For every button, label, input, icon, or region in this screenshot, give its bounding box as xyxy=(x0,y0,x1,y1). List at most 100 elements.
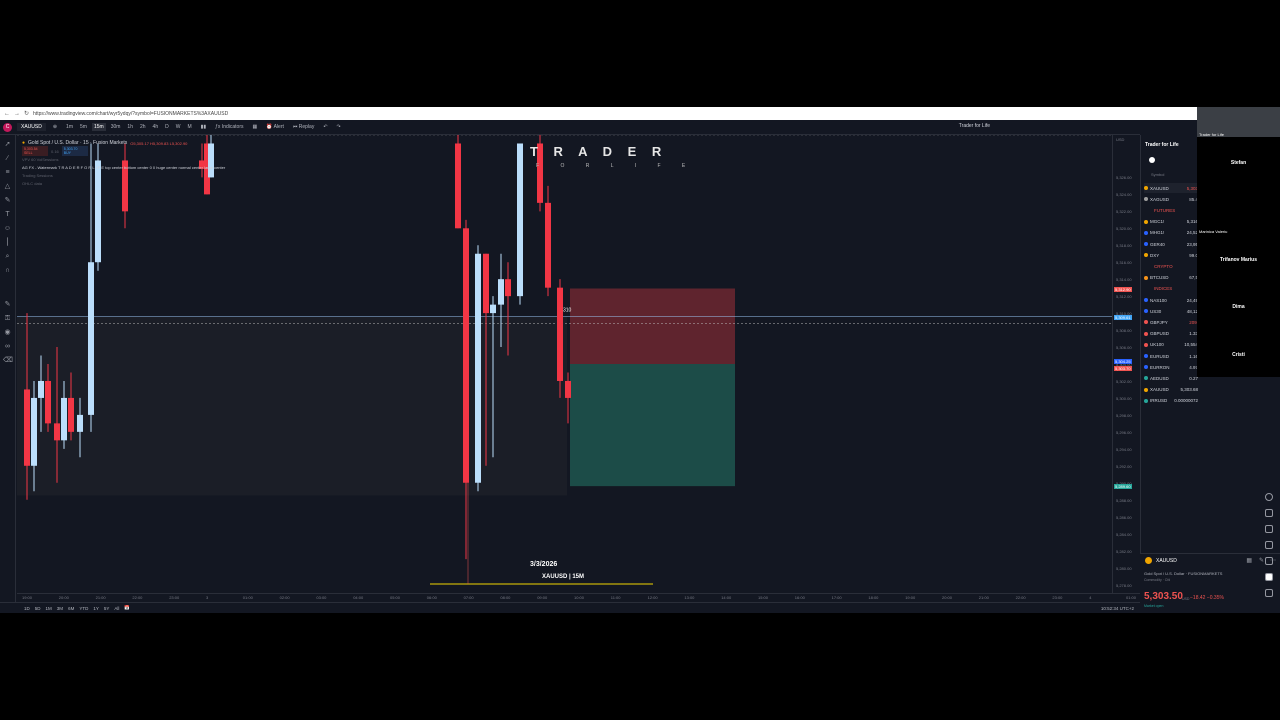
pattern-icon[interactable]: △ xyxy=(3,182,12,191)
zoom-icon[interactable]: ⌕ xyxy=(3,252,12,261)
candle-body[interactable] xyxy=(88,262,94,415)
candle-body[interactable] xyxy=(54,423,60,441)
buy-button[interactable]: 5,303.70 BUY xyxy=(61,146,88,156)
range-1D[interactable]: 1D xyxy=(24,606,30,611)
chart-type-icon[interactable]: ▮▮ xyxy=(199,123,209,131)
utc-clock[interactable]: 10:52:34 UTC+2 xyxy=(1101,606,1134,611)
candle-body[interactable] xyxy=(45,380,51,424)
candle-body[interactable] xyxy=(61,397,67,441)
range-1M[interactable]: 1M xyxy=(46,606,52,611)
watchlist-row[interactable]: IRRUSD 0.00000072 xyxy=(1144,396,1198,406)
watchlist-row[interactable]: GER40 23,95 xyxy=(1144,239,1198,249)
candle-body[interactable] xyxy=(557,287,563,381)
profile-logo[interactable]: C xyxy=(3,122,12,132)
candle-body[interactable] xyxy=(77,414,83,432)
candle-body[interactable] xyxy=(505,279,511,297)
chat-icon[interactable] xyxy=(1265,541,1273,549)
candle-body[interactable] xyxy=(68,397,74,432)
replay-button[interactable]: ⏮ Replay xyxy=(291,123,316,131)
browser-address-bar[interactable]: ← → ↻ https://www.tradingview.com/chart/… xyxy=(0,107,1280,120)
candle-body[interactable] xyxy=(463,228,469,483)
range-1Y[interactable]: 1Y xyxy=(93,606,99,611)
interval-30m[interactable]: 30m xyxy=(109,123,123,131)
brush-icon[interactable]: ✎ xyxy=(3,196,12,205)
price-axis[interactable]: USD 5,326.00 5,324.00 5,322.00 5,320.00 5,318… xyxy=(1112,135,1140,593)
goto-date-icon[interactable]: 📅 xyxy=(124,605,130,611)
interval-4h[interactable]: 4h xyxy=(151,123,161,131)
watchlist-row[interactable]: US30 48,12 xyxy=(1144,306,1198,316)
trash-icon[interactable]: ⌫ xyxy=(3,356,13,365)
alert-button[interactable]: ⏰ Alert xyxy=(264,123,286,131)
interval-5m[interactable]: 5m xyxy=(78,123,89,131)
watchlist-row[interactable]: UK100 10,554 xyxy=(1144,340,1198,350)
range-5D[interactable]: 5D xyxy=(35,606,41,611)
candle-body[interactable] xyxy=(498,279,504,305)
time-axis[interactable]: 19:00 20:00 21:00 22:00 23:00 3 01:00 02:00 03:0… xyxy=(17,593,1173,602)
candle-body[interactable] xyxy=(490,304,496,314)
lock-icon[interactable]: ⚿ xyxy=(3,314,12,323)
watchlist-row[interactable]: XAGUSD 85.4 xyxy=(1144,194,1198,204)
link-icon[interactable]: ∞ xyxy=(3,342,12,351)
add-symbol-icon[interactable]: ⊕ xyxy=(51,123,59,131)
ruler-icon[interactable]: ⎮ xyxy=(3,238,12,247)
calendar-icon[interactable] xyxy=(1265,525,1273,533)
watchlist-title[interactable]: Trader for Life xyxy=(1145,142,1179,148)
sell-button[interactable]: 5,303.54 SELL xyxy=(22,146,48,156)
eye-icon[interactable]: ◉ xyxy=(3,328,12,337)
range-3M[interactable]: 3M xyxy=(57,606,63,611)
symbol-search[interactable]: XAUUSD xyxy=(17,123,46,131)
interval-D[interactable]: D xyxy=(163,123,171,131)
indicator-watermark[interactable]: AG FX - Watermark T R A D E R F O R L I … xyxy=(22,165,225,170)
candle-body[interactable] xyxy=(545,202,551,288)
candle-body[interactable] xyxy=(38,380,44,398)
back-icon[interactable]: ← xyxy=(4,111,10,117)
watchlist-row[interactable]: XAUUSD 5,303.68 xyxy=(1144,385,1198,395)
cursor-icon[interactable]: ➚ xyxy=(3,140,12,149)
watchlist-row[interactable]: XAUUSD 5,303 xyxy=(1144,183,1198,193)
range-6M[interactable]: 6M xyxy=(68,606,74,611)
interval-W[interactable]: W xyxy=(174,123,183,131)
watchlist-row[interactable]: GBPJPY 209. xyxy=(1144,317,1198,327)
watchlist-section[interactable]: INDICES xyxy=(1144,284,1198,294)
range-YTD[interactable]: YTD xyxy=(79,606,88,611)
watchlist-row[interactable]: MHG1! 24,52 xyxy=(1144,228,1198,238)
candle-body[interactable] xyxy=(31,397,37,466)
text-icon[interactable]: T xyxy=(3,210,12,219)
candle-body[interactable] xyxy=(24,389,30,466)
interval-1m[interactable]: 1m xyxy=(64,123,75,131)
watchlist-row[interactable]: GBPUSD 1.33 xyxy=(1144,329,1198,339)
url-text[interactable]: https://www.tradingview.com/chart/wyr5yd… xyxy=(33,111,228,117)
interval-M[interactable]: M xyxy=(185,123,193,131)
add-symbol-icon[interactable] xyxy=(1149,157,1155,163)
watchlist-row[interactable]: BTCUSD 67,5 xyxy=(1144,273,1198,283)
layout-name[interactable]: Trader for Life xyxy=(959,123,990,129)
help-icon[interactable] xyxy=(1265,589,1273,597)
trendline-icon[interactable]: ∕ xyxy=(3,154,12,163)
candle-body[interactable] xyxy=(565,380,571,398)
templates-icon[interactable]: ▦ xyxy=(251,123,260,131)
candle-body[interactable] xyxy=(455,143,461,229)
smile-icon[interactable]: ☺ xyxy=(3,224,12,233)
candle-body[interactable] xyxy=(483,253,489,314)
indicator-sessions[interactable]: Trading Sessions xyxy=(22,173,53,178)
target-icon[interactable] xyxy=(1265,493,1273,501)
watchlist-row[interactable]: EURUSD 1.16 xyxy=(1144,351,1198,361)
redo-icon[interactable]: ↷ xyxy=(335,123,343,131)
range-5Y[interactable]: 5Y xyxy=(104,606,110,611)
watchlist-row[interactable]: DXY 99.0 xyxy=(1144,250,1198,260)
candlestick-chart[interactable]: 310 5330 xyxy=(17,135,1112,593)
watchlist-row[interactable]: NAS100 24,49 xyxy=(1144,295,1198,305)
grid-icon[interactable]: ▦ xyxy=(1246,557,1252,564)
range-All[interactable]: All xyxy=(114,606,119,611)
watchlist-section[interactable]: FUTURES xyxy=(1144,205,1198,215)
watchlist-row[interactable]: EURRON 4.97 xyxy=(1144,362,1198,372)
apps-grid-icon[interactable] xyxy=(1265,573,1273,581)
pencil-lock-icon[interactable]: ✎ xyxy=(3,300,12,309)
notifications-icon[interactable] xyxy=(1265,557,1273,565)
watchlist-row[interactable]: AEDUSD 0.27 xyxy=(1144,373,1198,383)
indicator-ohlc[interactable]: OHLC data xyxy=(22,181,42,186)
candle-body[interactable] xyxy=(475,253,481,483)
candle-body[interactable] xyxy=(517,143,523,297)
watchlist-section[interactable]: CRYPTO xyxy=(1144,261,1198,271)
indicator-volume[interactable]: VPV 60 VolSessions xyxy=(22,157,58,162)
